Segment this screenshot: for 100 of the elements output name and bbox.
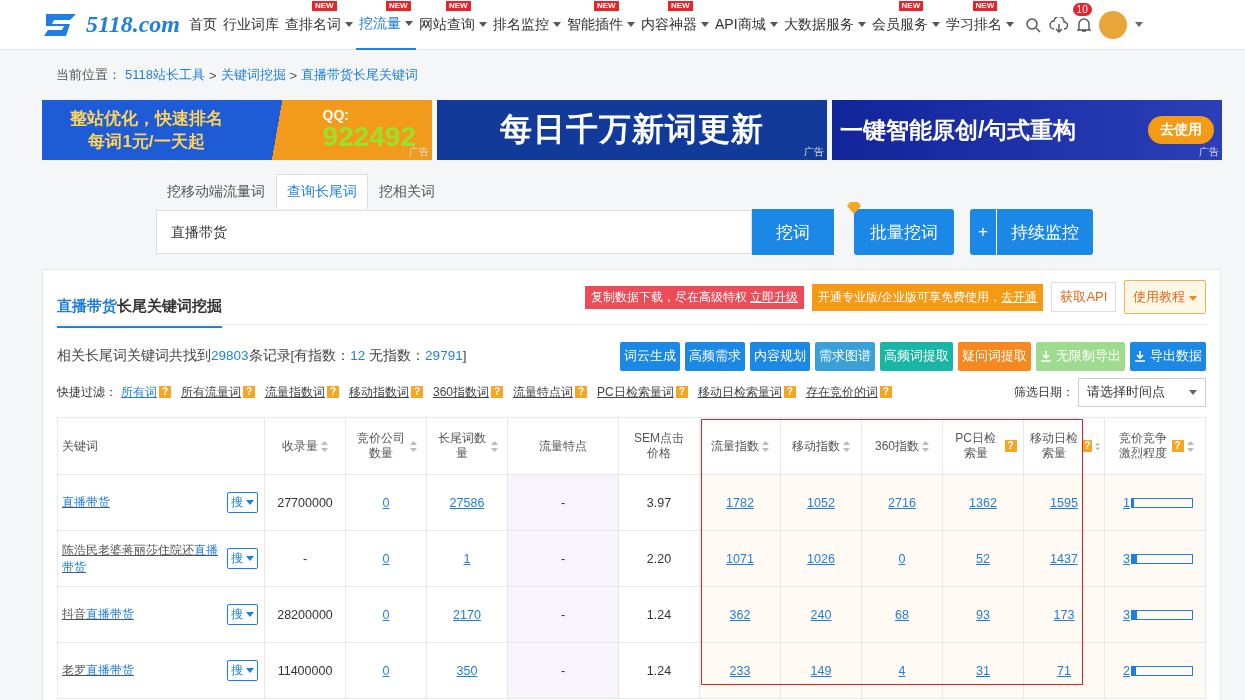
search-dropdown-button[interactable]: 搜 [227,492,258,513]
nav-item[interactable]: NEW 智能插件 [564,0,638,50]
keyword-link[interactable]: 老罗直播带货 [62,662,220,679]
sort-icon[interactable] [491,440,498,452]
sort-icon[interactable] [1094,440,1100,452]
date-select[interactable]: 请选择时间点 [1078,377,1206,407]
nav-item[interactable]: NEW 查排名词 [282,0,356,50]
nav-label: API商城 [715,15,766,34]
table-link[interactable]: 52 [976,551,990,566]
nav-item[interactable]: NEW 会员服务 [868,0,943,50]
search-tab[interactable]: 挖相关词 [368,174,446,209]
table-link[interactable]: 4 [898,663,906,678]
table-link[interactable]: 1437 [1050,551,1078,566]
api-button[interactable]: 获取API [1051,282,1117,312]
tool-button[interactable]: 词云生成 [620,341,680,371]
table-link[interactable]: 1 [463,551,471,566]
sort-icon[interactable] [1186,440,1194,452]
tool-button[interactable]: 高频词提取 [880,341,953,371]
nav-item[interactable]: 排名监控 [490,0,564,50]
table-link[interactable]: 2 [1123,663,1130,678]
breadcrumb-link[interactable]: 关键词挖掘 [220,66,286,84]
table-link[interactable]: 71 [1057,663,1071,678]
table-link[interactable]: 1026 [807,551,835,566]
vip-link[interactable]: 去开通 [1001,289,1038,304]
breadcrumb-link[interactable]: 直播带货长尾关键词 [301,66,419,84]
search-dropdown-button[interactable]: 搜 [227,604,258,625]
table-link[interactable]: 1782 [726,495,754,510]
ad-banner[interactable]: 每日千万新词更新 广告 [437,100,827,160]
breadcrumb-separator: > [208,67,217,83]
logo-text[interactable]: 5118.com [86,11,180,38]
table-link[interactable]: 1362 [969,495,997,510]
batch-dig-button[interactable]: 批量挖词 [854,209,954,255]
table-link[interactable]: 233 [729,663,751,678]
sort-icon[interactable] [410,440,417,452]
sort-icon[interactable] [321,440,328,452]
table-link[interactable]: 362 [729,607,751,622]
filter-link[interactable]: 流量特点词 [513,383,574,401]
table-link[interactable]: 1052 [807,495,835,510]
keyword-link[interactable]: 陈浩民老婆蒋丽莎住院还直播带货 [62,541,220,576]
tool-button[interactable]: 高频需求 [685,341,745,371]
tool-button[interactable]: 内容规划 [750,341,810,371]
search-dropdown-button[interactable]: 搜 [227,660,258,681]
sort-icon[interactable] [762,440,769,452]
table-link[interactable]: 149 [810,663,832,678]
keyword-link[interactable]: 直播带货 [62,494,220,511]
filter-link[interactable]: PC日检索量词 [597,383,674,401]
nav-item[interactable]: NEW 学习排名 [942,0,1017,50]
table-link[interactable]: 2716 [888,495,916,510]
search-tab[interactable]: 挖移动端流量词 [156,174,276,209]
table-link[interactable]: 0 [382,663,390,678]
table-link[interactable]: 3 [1123,607,1130,622]
table-link[interactable]: 240 [810,607,832,622]
ad-banner[interactable]: 一键智能原创/句式重构 去使用 广告 [832,100,1222,160]
nav-item[interactable]: API商城 [712,0,781,50]
table-link[interactable]: 2170 [453,607,481,622]
filter-link[interactable]: 流量指数词 [265,383,325,401]
tool-button[interactable]: 需求图谱 [815,341,875,371]
table-link[interactable]: 27586 [449,495,485,510]
avatar[interactable] [1098,10,1127,39]
tutorial-button[interactable]: 使用教程 [1124,280,1206,314]
dig-button[interactable]: 挖词 [752,209,834,255]
table-link[interactable]: 3 [1123,551,1130,566]
table-link[interactable]: 1 [1123,495,1130,510]
search-tab[interactable]: 查询长尾词 [276,174,368,209]
cloud-download-icon[interactable] [1048,16,1069,33]
keyword-link[interactable]: 抖音直播带货 [62,606,220,623]
breadcrumb-link[interactable]: 5118站长工具 [125,66,205,84]
sort-icon[interactable] [922,440,929,452]
monitor-button[interactable]: + 持续监控 [970,209,1093,255]
keyword-input[interactable]: 直播带货 [156,210,752,254]
table-link[interactable]: 0 [382,551,390,566]
upgrade-link[interactable]: 立即升级 [750,289,799,304]
table-link[interactable]: 93 [976,607,990,622]
nav-item[interactable]: 行业词库 [220,0,282,50]
nav-item[interactable]: 首页 [186,0,220,50]
table-link[interactable]: 0 [382,495,390,510]
table-link[interactable]: 1595 [1050,495,1078,510]
sort-icon[interactable] [843,440,850,452]
table-link[interactable]: 350 [456,663,478,678]
table-link[interactable]: 68 [895,607,909,622]
nav-item[interactable]: NEW 网站查询 [416,0,490,50]
table-link[interactable]: 0 [382,607,390,622]
search-icon[interactable] [1024,16,1041,33]
tool-button[interactable]: 疑问词提取 [958,341,1031,371]
filter-link[interactable]: 所有词 [121,383,157,401]
filter-link[interactable]: 移动日检索量词 [697,383,782,401]
nav-item[interactable]: NEW 内容神器 [638,0,712,50]
tool-button[interactable]: 导出数据 [1130,341,1206,371]
nav-item[interactable]: 大数据服务 [780,0,869,50]
bell-icon[interactable] [1076,16,1091,33]
table-link[interactable]: 1071 [726,551,754,566]
nav-item[interactable]: NEW 挖流量 [356,0,416,50]
filter-link[interactable]: 360指数词 [433,383,490,401]
filter-link[interactable]: 存在竞价的词 [805,383,878,401]
table-link[interactable]: 0 [898,551,906,566]
table-link[interactable]: 173 [1053,607,1075,622]
search-dropdown-button[interactable]: 搜 [227,548,258,569]
table-link[interactable]: 31 [976,663,990,678]
filter-link[interactable]: 所有流量词 [181,383,241,401]
filter-link[interactable]: 移动指数词 [349,383,409,401]
